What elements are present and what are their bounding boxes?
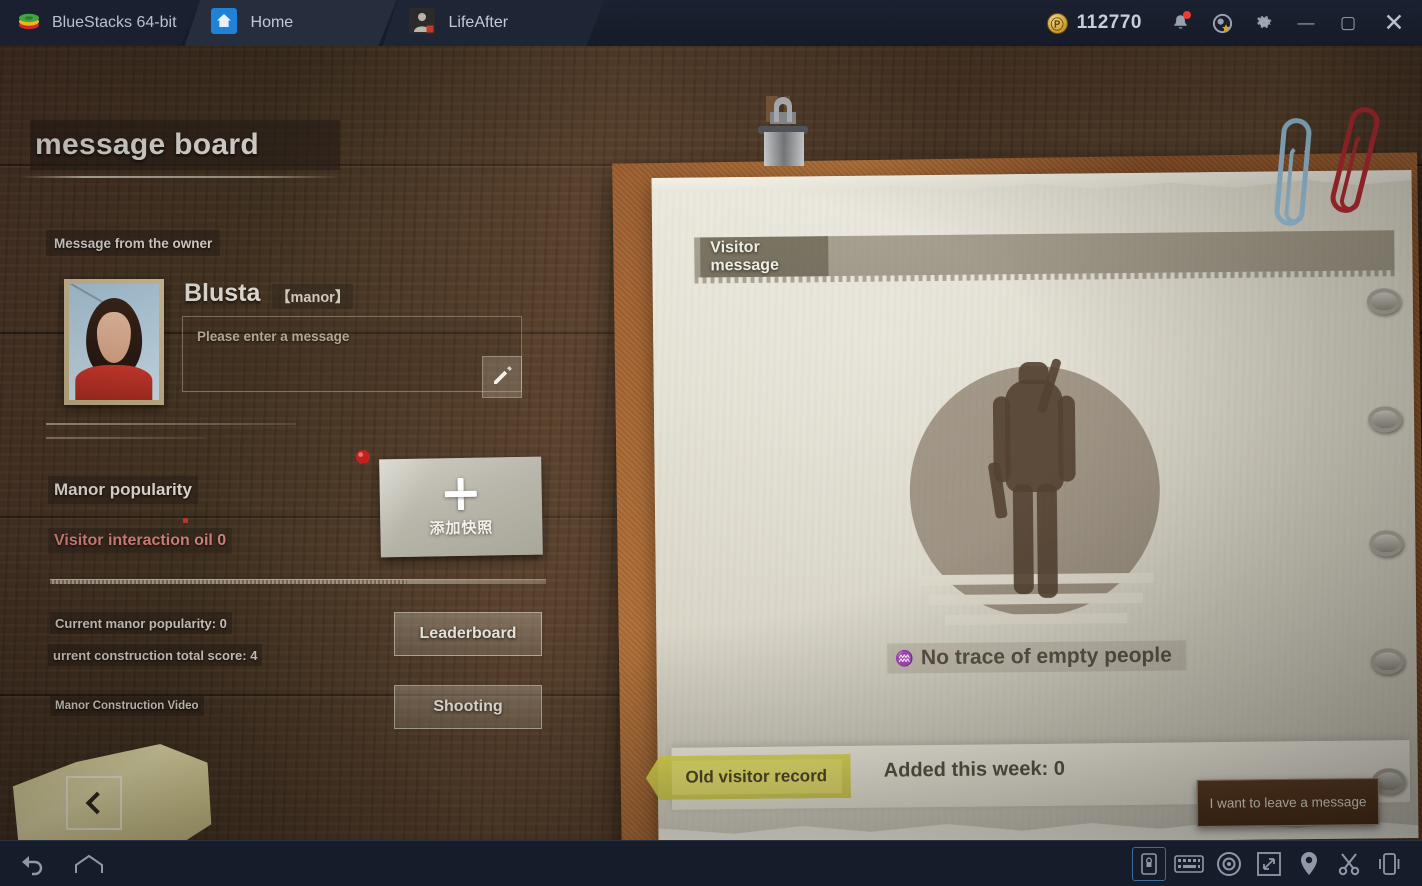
- bell-icon[interactable]: [1160, 0, 1200, 46]
- fullscreen-icon[interactable]: [1252, 847, 1286, 881]
- popularity-progress-bar: [50, 579, 546, 584]
- tab-home-label: Home: [250, 14, 294, 31]
- leaderboard-button[interactable]: Leaderboard: [394, 612, 542, 656]
- stat-construction-score: urrent construction total score: 4: [48, 644, 263, 666]
- bluestacks-points-icon: Ⓟ: [1046, 12, 1068, 34]
- tab-lifeafter-label: LifeAfter: [448, 14, 509, 31]
- avatar[interactable]: [64, 279, 164, 405]
- figure-torso: [1004, 379, 1064, 493]
- manor-construction-video-link[interactable]: Manor Construction Video: [50, 695, 204, 716]
- message-input-placeholder: Please enter a message: [197, 329, 350, 344]
- page-title-label: message board: [35, 128, 259, 161]
- figure-leg-right: [1036, 483, 1058, 598]
- pencil-icon: [490, 363, 514, 392]
- keyboard-controls-icon[interactable]: [1172, 847, 1206, 881]
- notification-badge: [1183, 11, 1191, 19]
- shake-device-icon[interactable]: [1372, 847, 1406, 881]
- red-pushpin-icon: [352, 448, 374, 470]
- walker-figure: [978, 355, 1091, 618]
- points-display[interactable]: Ⓟ 112770: [1046, 12, 1142, 34]
- binder-ring-icon: [1370, 648, 1405, 675]
- back-chevron-icon: [85, 791, 108, 815]
- bluestacks-logo-icon: [18, 11, 40, 36]
- message-input[interactable]: Please enter a message: [182, 316, 522, 392]
- section-divider: [46, 437, 206, 439]
- binder-ring-icon: [1369, 530, 1404, 557]
- scissors-screenshot-icon[interactable]: [1332, 847, 1366, 881]
- added-this-week-label: Added this week: 0: [883, 757, 1066, 782]
- add-snapshot-card[interactable]: 添加快照: [379, 456, 543, 558]
- add-snapshot-label: 添加快照: [429, 518, 494, 538]
- binder-clamp-icon: [752, 96, 814, 170]
- screen-lock-icon[interactable]: [1132, 846, 1166, 881]
- maximize-button[interactable]: ▢: [1328, 0, 1368, 46]
- back-button[interactable]: [66, 776, 122, 830]
- plus-icon: [443, 476, 478, 511]
- owner-section-label: Message from the owner: [46, 230, 221, 256]
- location-pin-icon[interactable]: [1292, 847, 1326, 881]
- android-nav-left: [0, 847, 106, 881]
- minimize-button[interactable]: —: [1286, 0, 1326, 46]
- popularity-label: Manor popularity: [48, 476, 198, 504]
- empty-state-glyph: ♒: [895, 650, 915, 668]
- macro-record-icon[interactable]: [1212, 847, 1246, 881]
- rewards-star-icon[interactable]: [1202, 0, 1242, 46]
- alert-dot: [183, 518, 188, 523]
- tab-lifeafter[interactable]: LifeAfter: [383, 0, 605, 46]
- figure-leg-left: [1012, 484, 1034, 595]
- lifeafter-app-icon: [409, 8, 435, 39]
- avatar-photo: [69, 284, 159, 400]
- owner-tag: 【manor】: [272, 284, 354, 309]
- edit-message-button[interactable]: [482, 356, 522, 398]
- owner-name: Blusta: [184, 279, 261, 307]
- stat-current-popularity: Current manor popularity: 0: [50, 612, 232, 634]
- section-divider: [46, 423, 296, 425]
- shooting-button[interactable]: Shooting: [394, 685, 542, 729]
- gear-icon[interactable]: [1244, 0, 1284, 46]
- tab-home[interactable]: Home: [185, 0, 397, 46]
- game-viewport[interactable]: message board Message from the owner Blu…: [0, 46, 1422, 840]
- title-divider: [20, 176, 340, 178]
- titlebar-spacer: [605, 0, 1047, 46]
- figure-arm-right: [1057, 395, 1076, 482]
- visitor-interaction-oil-label: Visitor interaction oil 0: [48, 528, 233, 554]
- avatar-body: [75, 365, 153, 400]
- page-title: message board: [30, 120, 340, 170]
- android-navigation-bar: [0, 840, 1422, 886]
- home-icon: [211, 8, 237, 39]
- wanderer-silhouette-icon: [903, 355, 1166, 658]
- binder-ring-icon: [1367, 406, 1403, 433]
- visitor-message-title: Visitor message: [700, 236, 829, 278]
- titlebar-actions: Ⓟ 112770 — ▢ ✕: [1046, 0, 1422, 46]
- leave-message-button[interactable]: I want to leave a message: [1196, 778, 1380, 827]
- android-tools: [1132, 846, 1422, 881]
- empty-state-label: No trace of empty people: [920, 643, 1172, 670]
- old-visitor-record-label: Old visitor record: [671, 759, 841, 795]
- close-button[interactable]: ✕: [1370, 0, 1418, 46]
- empty-state: ♒ No trace of empty people: [887, 640, 1186, 674]
- android-home-icon[interactable]: [72, 847, 106, 881]
- leave-message-label: I want to leave a message: [1209, 794, 1367, 811]
- app-title-chip: BlueStacks 64-bit: [0, 0, 199, 46]
- bluestacks-title-bar: BlueStacks 64-bit Home LifeAfter Ⓟ 11277…: [0, 0, 1422, 46]
- android-back-icon[interactable]: [16, 847, 50, 881]
- visitor-message-panel[interactable]: Visitor message ♒ No trace of empty peop…: [652, 170, 1419, 840]
- points-value: 112770: [1076, 12, 1142, 33]
- binder-ring-icon: [1366, 288, 1401, 315]
- app-title-label: BlueStacks 64-bit: [52, 14, 177, 31]
- old-visitor-record-button[interactable]: Old visitor record: [646, 754, 851, 800]
